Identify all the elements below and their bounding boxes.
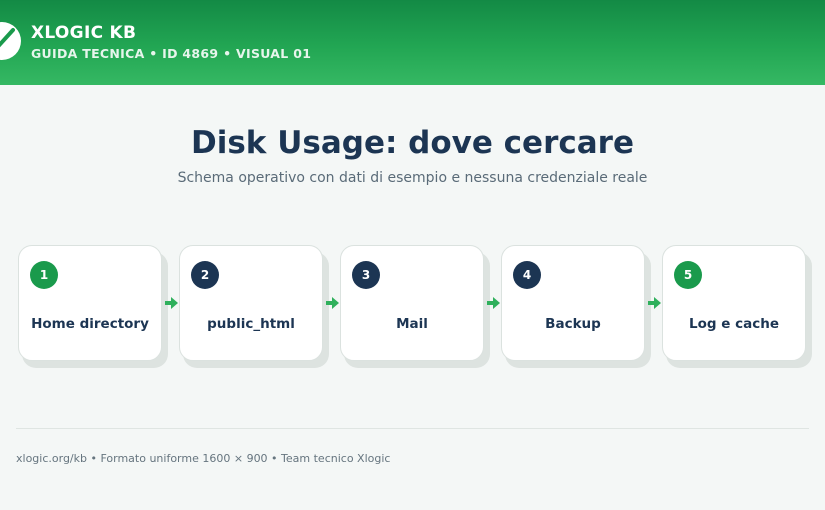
footer-text: xlogic.org/kb • Formato uniforme 1600 × …	[16, 452, 391, 465]
step-card-3: 3 Mail	[340, 245, 484, 361]
step-card-2: 2 public_html	[179, 245, 323, 361]
step-label: public_html	[207, 316, 295, 332]
step-label: Backup	[545, 316, 601, 332]
step-number-badge: 4	[513, 261, 541, 289]
step-label: Mail	[396, 316, 428, 332]
arrow-right-icon	[487, 297, 500, 309]
step-label: Log e cache	[689, 316, 779, 332]
header-banner: XLOGIC KB GUIDA TECNICA • ID 4869 • VISU…	[0, 0, 825, 85]
step-card-1: 1 Home directory	[18, 245, 162, 361]
logo-badge	[0, 22, 21, 60]
step-number-badge: 3	[352, 261, 380, 289]
step-number-badge: 1	[30, 261, 58, 289]
arrow-right-icon	[648, 297, 661, 309]
arrow-right-icon	[326, 297, 339, 309]
step-label: Home directory	[31, 316, 149, 332]
step-card-5: 5 Log e cache	[662, 245, 806, 361]
step-number-badge: 5	[674, 261, 702, 289]
brand-name: XLOGIC KB	[31, 23, 137, 43]
arrow-right-icon	[165, 297, 178, 309]
step-number-badge: 2	[191, 261, 219, 289]
page-subtitle: Schema operativo con dati di esempio e n…	[177, 170, 648, 186]
page-title: Disk Usage: dove cercare	[191, 125, 634, 161]
header-subtitle: GUIDA TECNICA • ID 4869 • VISUAL 01	[31, 46, 312, 61]
checkmark-icon	[0, 28, 15, 48]
footer-divider	[16, 428, 809, 429]
step-card-4: 4 Backup	[501, 245, 645, 361]
